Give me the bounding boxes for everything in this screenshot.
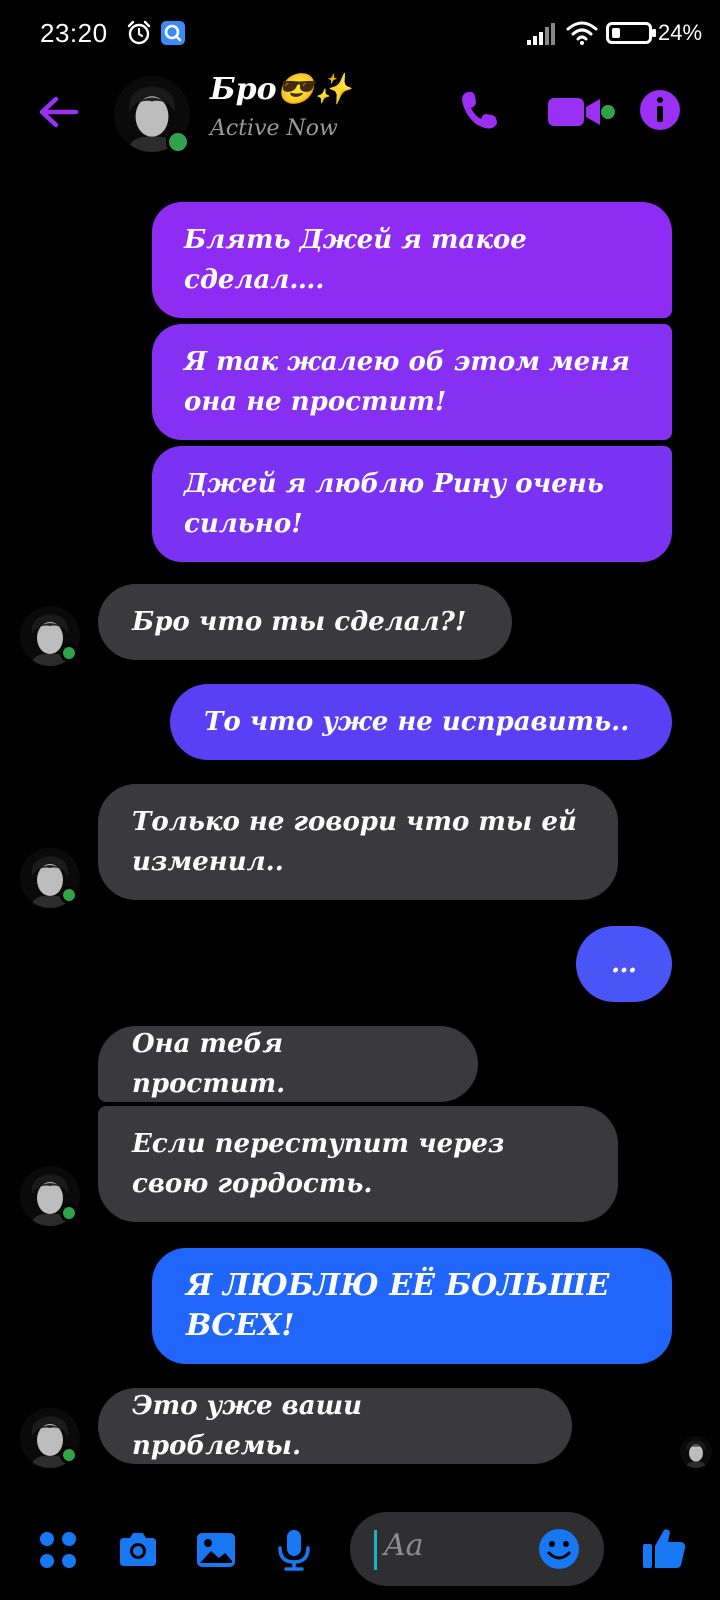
signal-icon [527, 23, 555, 45]
microphone-icon[interactable] [272, 1528, 316, 1572]
online-indicator [60, 1446, 78, 1464]
apps-menu-icon[interactable] [36, 1528, 80, 1572]
message-text: Я ЛЮБЛЮ ЕЁ БОЛЬШЕ ВСЕХ! [186, 1268, 610, 1343]
message-bubble-incoming[interactable]: Она тебя простит. [98, 1026, 478, 1102]
message-text: Джей я люблю Рину очень сильно! [184, 469, 604, 539]
status-bar: 23:20 24% [0, 0, 720, 70]
message-text: Это уже ваши проблемы. [132, 1391, 363, 1461]
message-bubble-outgoing[interactable]: То что уже не исправить.. [170, 684, 672, 760]
conversation-header: Бро😎✨ Active Now [0, 70, 720, 180]
back-arrow-icon[interactable] [36, 90, 80, 134]
avatar-photo [680, 1436, 712, 1468]
gallery-icon[interactable] [194, 1528, 238, 1572]
message-bubble-outgoing[interactable]: Я ЛЮБЛЮ ЕЁ БОЛЬШЕ ВСЕХ! [152, 1248, 672, 1364]
message-bubble-incoming[interactable]: Только не говори что ты ей изменил.. [98, 784, 618, 900]
emoji-icon[interactable] [538, 1528, 580, 1570]
message-text: Если переступит через свою гордость. [132, 1129, 505, 1199]
message-bubble-incoming[interactable]: Бро что ты сделал?! [98, 584, 512, 660]
wifi-icon [566, 21, 598, 45]
message-text: Только не говори что ты ей изменил.. [132, 807, 577, 877]
message-bubble-outgoing[interactable]: Джей я люблю Рину очень сильно! [152, 446, 672, 562]
message-input-placeholder: Aa [384, 1528, 424, 1563]
online-indicator [60, 644, 78, 662]
message-text: То что уже не исправить.. [204, 707, 630, 737]
contact-status: Active Now [210, 116, 338, 141]
message-text: Она тебя простит. [132, 1029, 286, 1099]
message-bubble-outgoing[interactable]: Блять Джей я такое сделал…. [152, 202, 672, 318]
battery-percent: 24% [658, 20, 703, 45]
alarm-icon [127, 20, 151, 45]
message-input[interactable]: Aa [350, 1512, 604, 1586]
info-icon[interactable] [638, 88, 682, 132]
message-composer: Aa [0, 1500, 720, 1600]
phone-call-icon[interactable] [458, 88, 502, 132]
message-bubble-incoming[interactable]: Это уже ваши проблемы. [98, 1388, 572, 1464]
camera-icon[interactable] [116, 1528, 160, 1572]
message-bubble-incoming[interactable]: Если переступит через свою гордость. [98, 1106, 618, 1222]
battery-icon [606, 22, 656, 44]
online-indicator [166, 130, 190, 154]
thumbs-up-icon[interactable] [640, 1524, 688, 1572]
read-receipt-avatar [680, 1436, 712, 1468]
message-bubble-outgoing[interactable]: … [576, 926, 672, 1002]
message-text: Блять Джей я такое сделал…. [184, 225, 527, 295]
online-indicator [60, 1204, 78, 1222]
app-notification-icon [161, 21, 185, 45]
contact-name[interactable]: Бро😎✨ [210, 72, 351, 107]
message-text: Я так жалею об этом меня она не простит! [184, 347, 630, 417]
status-time: 23:20 [40, 18, 108, 48]
message-text: … [611, 949, 637, 979]
battery-level [612, 28, 620, 38]
message-text: Бро что ты сделал?! [132, 607, 467, 637]
online-indicator [60, 886, 78, 904]
contact-avatar[interactable] [114, 76, 190, 154]
message-bubble-outgoing[interactable]: Я так жалею об этом меня она не простит! [152, 324, 672, 440]
text-cursor [374, 1530, 377, 1570]
video-call-icon[interactable] [546, 90, 618, 134]
